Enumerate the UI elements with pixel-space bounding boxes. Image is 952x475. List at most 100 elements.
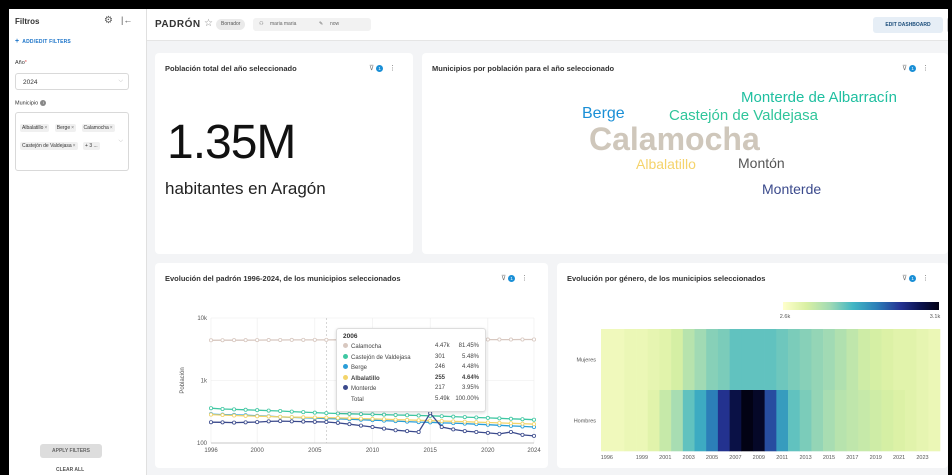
year-filter-label: Año*	[15, 60, 27, 66]
legend-dot	[343, 364, 348, 369]
data-point	[393, 412, 398, 417]
card-menu-icon[interactable]: ⋮	[389, 65, 396, 72]
heatmap-cell	[846, 329, 859, 391]
municipio-tag[interactable]: Albalatillo×	[20, 124, 50, 132]
data-point	[358, 412, 363, 417]
legend-dot	[343, 343, 348, 348]
close-icon[interactable]: ×	[110, 125, 113, 131]
heatmap-cell	[799, 390, 812, 452]
data-point	[232, 407, 237, 412]
heatmap-cell	[776, 329, 789, 391]
heatmap-cell	[682, 390, 695, 452]
legend-dot	[343, 374, 348, 380]
heatmap-cell	[893, 329, 906, 391]
status-badge: Borrador	[216, 19, 246, 30]
tooltip-row: Berge 246 4.48%	[343, 364, 479, 375]
filter-count-badge: 1	[909, 64, 917, 72]
data-point	[416, 418, 421, 423]
required-marker: *	[24, 60, 27, 66]
municipio-multiselect[interactable]: Albalatillo× Berge× Calamocha× Castejón …	[15, 112, 129, 171]
data-point	[474, 420, 479, 425]
close-icon[interactable]: ×	[44, 125, 47, 131]
wordcloud-word: Monterde	[762, 181, 822, 197]
x-tick-label: 2013	[799, 455, 811, 461]
municipio-more-tag[interactable]: + 3 ...	[83, 142, 100, 150]
data-point	[243, 338, 248, 343]
tooltip-series-value: 301	[435, 353, 446, 360]
data-point	[324, 419, 329, 424]
x-tick-label: 2007	[729, 455, 741, 461]
star-icon[interactable]: ☆	[204, 18, 213, 29]
wordcloud-word: Calamocha	[589, 121, 760, 157]
heatmap-cell	[764, 390, 777, 452]
filters-sidebar: Filtros ⚙ |← + ADD/EDIT FILTERS Año* 2024…	[9, 9, 147, 475]
x-tick-label: 2003	[683, 455, 695, 461]
data-point	[266, 414, 271, 419]
heatmap-cell	[846, 390, 859, 452]
heatmap-cell	[694, 329, 707, 391]
x-tick-label: 1996	[601, 455, 613, 461]
collapse-left-icon[interactable]: |←	[121, 15, 132, 25]
tooltip-row: Total 5.49k 100.00%	[343, 396, 479, 407]
heatmap-cell	[659, 390, 672, 452]
heatmap-cell	[823, 390, 836, 452]
add-edit-filters-button[interactable]: + ADD/EDIT FILTERS	[15, 38, 71, 45]
data-point	[462, 415, 467, 420]
clear-all-button[interactable]: CLEAR ALL	[56, 467, 84, 473]
tooltip-series-name: Calamocha	[351, 344, 382, 350]
data-point	[209, 412, 214, 417]
data-point	[451, 419, 456, 424]
data-point	[531, 417, 536, 422]
filter-icon[interactable]: ⊽	[369, 65, 374, 72]
close-icon[interactable]: ×	[71, 125, 74, 131]
data-point	[255, 408, 260, 413]
tooltip-series-name: Monterde	[351, 386, 377, 392]
year-select[interactable]: 2024 ⌵	[15, 73, 129, 90]
tooltip-series-pct: 5.48%	[461, 353, 479, 360]
data-point	[232, 338, 237, 343]
heatmap-cell	[624, 329, 637, 391]
tooltip-series-value: 5.49k	[435, 395, 450, 402]
wordcloud-word: Albalatillo	[636, 156, 696, 172]
data-point	[324, 411, 329, 416]
gear-icon[interactable]: ⚙	[104, 15, 113, 26]
data-point	[335, 415, 340, 420]
more-options-button[interactable]: ···	[947, 17, 948, 33]
data-point	[301, 415, 306, 420]
heatmap-cell	[823, 329, 836, 391]
data-point	[301, 337, 306, 342]
data-point	[289, 337, 294, 342]
heatmap-cell	[799, 329, 812, 391]
color-scale-bar	[783, 302, 939, 310]
x-tick-label: 2005	[308, 448, 322, 454]
big-number-value: 1.35M	[167, 116, 296, 169]
filter-icon[interactable]: ⊽	[902, 65, 907, 72]
data-point	[531, 337, 536, 342]
tooltip-series-value: 217	[435, 385, 446, 391]
sidebar-title: Filtros	[15, 17, 40, 26]
data-point	[520, 421, 525, 426]
heatmap-cell	[776, 390, 789, 452]
modified-time: now	[330, 21, 340, 27]
data-point	[312, 415, 317, 420]
heatmap-chart[interactable]: Mujeres Hombres 1996 1999 2001 2003 2005 2007 20…	[557, 263, 948, 468]
edit-dashboard-button[interactable]: EDIT DASHBOARD	[873, 17, 943, 33]
municipio-tag[interactable]: Calamocha×	[81, 124, 115, 132]
dashboard-screen: Filtros ⚙ |← + ADD/EDIT FILTERS Año* 2024…	[9, 9, 948, 475]
card-menu-icon[interactable]: ⋮	[922, 65, 929, 72]
close-icon[interactable]: ×	[73, 143, 76, 149]
data-point	[232, 413, 237, 418]
data-point	[243, 420, 248, 425]
data-point	[266, 419, 271, 424]
municipio-label-text: Municipio	[15, 100, 39, 107]
data-point	[428, 411, 433, 416]
heatmap-cell	[729, 329, 742, 391]
data-point	[289, 409, 294, 414]
heatmap-cell	[904, 390, 917, 452]
municipio-tag[interactable]: Castejón de Valdejasa×	[20, 142, 78, 150]
heatmap-cell	[752, 329, 765, 391]
municipio-tag[interactable]: Berge×	[54, 124, 77, 132]
x-tick-label: 2015	[423, 448, 437, 454]
apply-filters-button[interactable]: APPLY FILTERS	[40, 444, 102, 458]
data-point	[232, 420, 237, 425]
